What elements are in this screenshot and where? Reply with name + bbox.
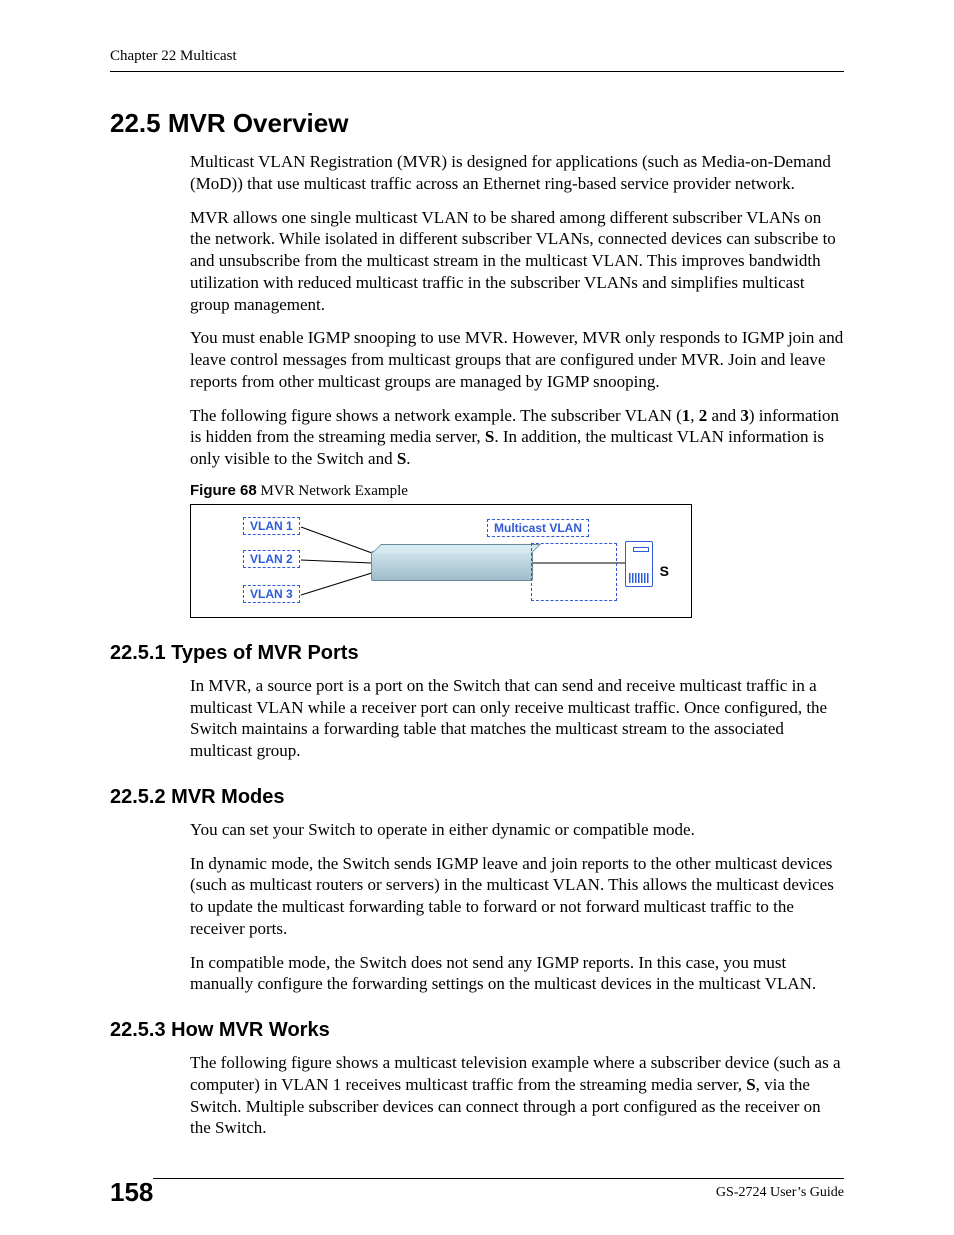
bold-2: 2 <box>699 406 708 425</box>
figure-title: MVR Network Example <box>257 483 408 499</box>
server-label: S <box>660 563 669 579</box>
vlan1-tag: VLAN 1 <box>243 517 300 535</box>
bold-1: 1 <box>682 406 691 425</box>
figure-number: Figure 68 <box>190 482 257 499</box>
multicast-vlan-tag: Multicast VLAN <box>487 519 589 537</box>
heading-22-5-1: 22.5.1 Types of MVR Ports <box>110 642 844 665</box>
vlan3-tag: VLAN 3 <box>243 585 300 603</box>
heading-22-5-2: 22.5.2 MVR Modes <box>110 786 844 809</box>
page-number: 158 <box>110 1177 153 1208</box>
bold-s1: S <box>485 427 494 446</box>
para-22-5-3-1: The following figure shows a multicast t… <box>190 1052 844 1139</box>
text: The following figure shows a multicast t… <box>190 1053 841 1094</box>
page-footer: 158 GS-2724 User’s Guide <box>110 1178 844 1201</box>
para-22-5-2-2: In dynamic mode, the Switch sends IGMP l… <box>190 853 844 940</box>
para-22-5-2-3: In compatible mode, the Switch does not … <box>190 952 844 996</box>
para-22-5-4: The following figure shows a network exa… <box>190 405 844 470</box>
bold-s2: S <box>397 449 406 468</box>
server-icon <box>625 541 653 587</box>
para-22-5-1: Multicast VLAN Registration (MVR) is des… <box>190 151 844 195</box>
para-22-5-1-1: In MVR, a source port is a port on the S… <box>190 675 844 762</box>
vlan2-tag: VLAN 2 <box>243 550 300 568</box>
text: and <box>707 406 740 425</box>
figure-caption: Figure 68 MVR Network Example <box>190 482 844 500</box>
switch-icon <box>371 551 533 581</box>
text: . <box>406 449 410 468</box>
guide-name: GS-2724 User’s Guide <box>110 1185 844 1201</box>
running-header: Chapter 22 Multicast <box>110 48 844 72</box>
text: The following figure shows a network exa… <box>190 406 682 425</box>
bold-s: S <box>746 1075 755 1094</box>
multicast-region <box>531 543 617 601</box>
para-22-5-2-1: You can set your Switch to operate in ei… <box>190 819 844 841</box>
para-22-5-2: MVR allows one single multicast VLAN to … <box>190 207 844 316</box>
para-22-5-3: You must enable IGMP snooping to use MVR… <box>190 327 844 392</box>
heading-22-5: 22.5 MVR Overview <box>110 108 844 139</box>
bold-3: 3 <box>740 406 749 425</box>
heading-22-5-3: 22.5.3 How MVR Works <box>110 1019 844 1042</box>
figure-68: VLAN 1 VLAN 2 VLAN 3 Multicast VLAN S <box>190 504 692 618</box>
text: , <box>690 406 699 425</box>
